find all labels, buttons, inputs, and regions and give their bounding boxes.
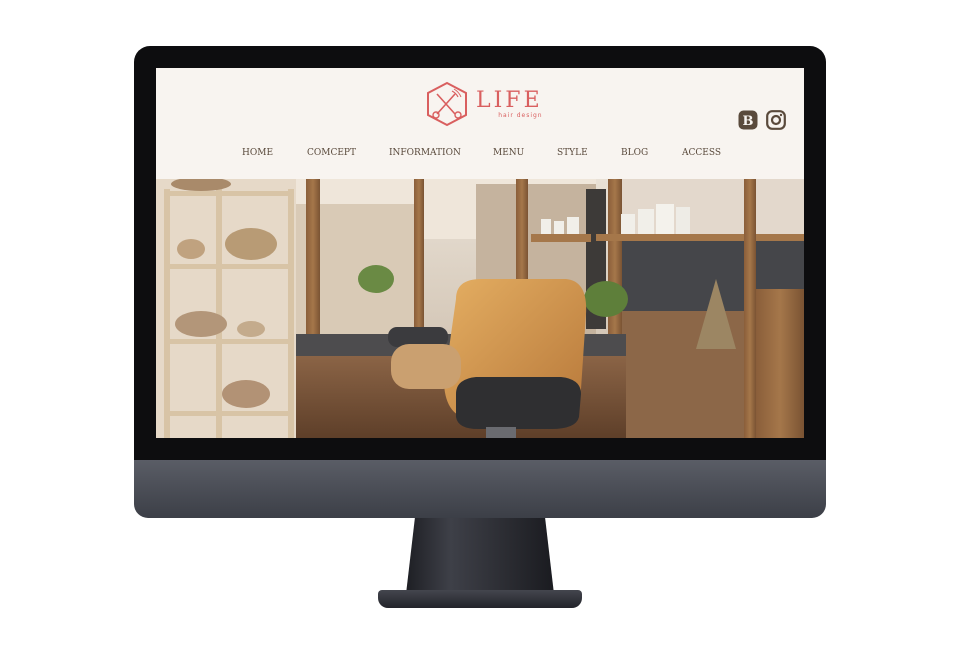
nav-item-access[interactable]: ACCESS <box>682 148 721 158</box>
monitor-stand <box>406 518 554 594</box>
nav-item-menu[interactable]: MENU <box>493 148 524 158</box>
brand-tagline: hair design <box>498 111 543 119</box>
instagram-icon[interactable] <box>766 110 786 130</box>
social-links: B <box>738 110 786 130</box>
monitor-chin <box>134 460 826 518</box>
scissors-hexagon-logo-icon <box>427 81 467 127</box>
brand-name: LIFE <box>476 87 543 113</box>
blog-b-icon[interactable]: B <box>738 110 758 130</box>
nav-item-style[interactable]: STYLE <box>557 148 588 158</box>
brand-logo[interactable]: LIFE hair design <box>424 81 543 127</box>
monitor-base <box>378 590 582 608</box>
nav-item-concept[interactable]: COMCEPT <box>307 148 356 158</box>
nav-item-information[interactable]: INFORMATION <box>389 148 461 158</box>
nav-item-blog[interactable]: BLOG <box>621 148 648 158</box>
main-nav: HOME COMCEPT INFORMATION MENU STYLE BLOG… <box>156 148 804 162</box>
svg-text:B: B <box>743 114 754 129</box>
salon-hero-image <box>156 179 804 438</box>
website-screen: LIFE hair design B HOME COMCEPT INFORMAT… <box>156 68 804 438</box>
nav-item-home[interactable]: HOME <box>242 148 273 158</box>
